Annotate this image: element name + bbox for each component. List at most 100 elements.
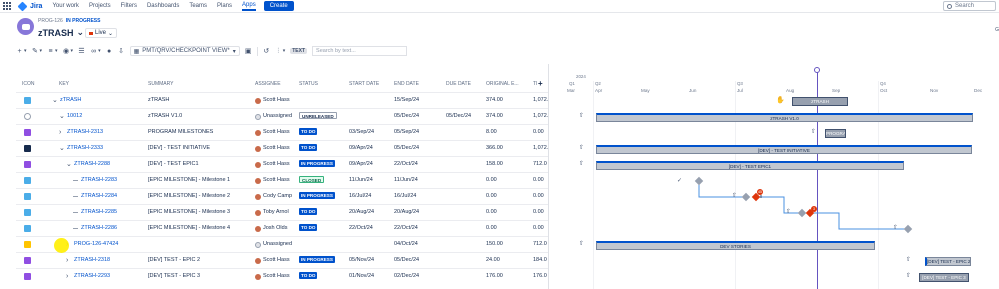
pin-icon[interactable]: ⇧ [906, 272, 911, 279]
time-cell[interactable]: 0.00 [533, 189, 548, 204]
end-date-cell[interactable]: 05/Dec/24 [394, 253, 444, 268]
nav-apps[interactable]: Apps [242, 2, 256, 11]
issue-key-link[interactable]: ZTRASH-2333 [67, 141, 146, 156]
undo-button[interactable]: ↺ [263, 48, 270, 55]
time-cell[interactable]: 176.0 [533, 269, 548, 284]
filter-menu[interactable]: ⫶ ▾ [275, 48, 285, 55]
pin-icon[interactable]: ⇧ [786, 208, 791, 215]
original-estimate-cell[interactable]: 0.00 [486, 205, 531, 220]
table-row[interactable]: › ZTRASH-2318 [DEV] TEST - EPIC 2 Scott Has… [16, 252, 548, 268]
assignee-cell[interactable]: Josh Olds [255, 221, 297, 236]
status-cell[interactable]: IN PROGRESS [299, 253, 347, 268]
col-summary[interactable]: SUMMARY [148, 78, 173, 90]
view-selector[interactable]: ▦ PMT/QRV/CHECKPOINT VIEW* ▾ [129, 46, 240, 56]
original-estimate-cell[interactable]: 0.00 [486, 221, 531, 236]
original-estimate-cell[interactable]: 0.00 [486, 189, 531, 204]
edit-menu[interactable]: ✎ ▾ [32, 48, 42, 55]
text-filter-tag[interactable]: TEXT [290, 48, 308, 54]
summary-cell[interactable]: [EPIC MILESTONE] - Milestone 3 [148, 205, 252, 220]
table-row[interactable]: ⌄ 10012 zTRASH V1.0 Unassigned UNRELEASED 05/… [16, 108, 548, 124]
original-estimate-cell[interactable]: 158.00 [486, 157, 531, 172]
gantt-bar-dev-stories[interactable]: DEV STORIES [596, 241, 875, 250]
assignee-cell[interactable]: Unassigned [255, 237, 297, 252]
add-menu[interactable]: + ▾ [16, 48, 26, 55]
start-date-cell[interactable]: 22/Oct/24 [349, 221, 393, 236]
header-right-text[interactable]: G [995, 27, 999, 33]
expand-chevron-icon[interactable]: › [66, 253, 68, 268]
time-cell[interactable]: 1,072. [533, 141, 548, 156]
collapse-chevron-icon[interactable]: ⌄ [52, 93, 58, 108]
summary-cell[interactable]: [DEV] TEST - EPIC 2 [148, 253, 252, 268]
end-date-cell[interactable]: 05/Dec/24 [394, 109, 444, 124]
collapse-chevron-icon[interactable]: ⌄ [59, 109, 65, 124]
assignee-cell[interactable]: Cody Camp [255, 189, 297, 204]
issue-key-link[interactable]: ZTRASH-2313 [67, 125, 146, 140]
original-estimate-cell[interactable]: 150.00 [486, 237, 531, 252]
issue-key-link[interactable]: ZTRASH-2283 [81, 173, 146, 188]
start-date-cell[interactable] [349, 237, 393, 252]
time-cell[interactable]: 0.00 [533, 205, 548, 220]
due-date-cell[interactable] [446, 237, 484, 252]
pin-icon[interactable]: ⇧ [893, 224, 898, 231]
issue-key-link[interactable]: ZTRASH-2285 [81, 205, 146, 220]
col-due-date[interactable]: DUE DATE [446, 78, 471, 90]
end-date-cell[interactable]: 04/Oct/24 [394, 237, 444, 252]
status-cell[interactable]: TO DO [299, 205, 347, 220]
due-date-cell[interactable] [446, 141, 484, 156]
due-date-cell[interactable] [446, 205, 484, 220]
due-date-cell[interactable] [446, 253, 484, 268]
col-key[interactable]: KEY [59, 78, 69, 90]
table-row[interactable]: ⌄ zTRASH zTRASH Scott Hass 15/Sep/24 374.00 1,… [16, 92, 548, 108]
table-row[interactable]: › ZTRASH-2293 [DEV] TEST - EPIC 3 Scott Has… [16, 268, 548, 284]
assignee-cell[interactable]: Scott Hass [255, 173, 297, 188]
time-cell[interactable]: 0.00 [533, 221, 548, 236]
end-date-cell[interactable]: 05/Sep/24 [394, 125, 444, 140]
start-date-cell[interactable] [349, 109, 393, 124]
visibility-menu[interactable]: ◉ ▾ [63, 48, 73, 55]
issue-key-link[interactable]: ZTRASH-2284 [81, 189, 146, 204]
due-date-cell[interactable] [446, 157, 484, 172]
status-cell[interactable]: CLOSED [299, 173, 347, 188]
add-column-icon[interactable]: + [538, 79, 543, 88]
end-date-cell[interactable]: 16/Jul/24 [394, 189, 444, 204]
jira-logo[interactable]: Jira [17, 1, 42, 11]
nav-plans[interactable]: Plans [217, 3, 232, 9]
start-date-cell[interactable] [349, 93, 393, 108]
time-cell[interactable]: 1,072. [533, 109, 548, 124]
issue-key-link[interactable]: zTRASH [60, 93, 146, 108]
time-cell[interactable]: 0.00 [533, 173, 548, 188]
assignee-cell[interactable]: Toby Arnol [255, 205, 297, 220]
original-estimate-cell[interactable]: 24.00 [486, 253, 531, 268]
start-date-cell[interactable]: 16/Jul/24 [349, 189, 393, 204]
table-row[interactable]: ZTRASH-2285 [EPIC MILESTONE] - Milestone … [16, 204, 548, 220]
status-cell[interactable] [299, 237, 347, 252]
col-icon[interactable]: ICON [22, 78, 35, 90]
assignee-cell[interactable]: Scott Hass [255, 269, 297, 284]
status-cell[interactable]: UNRELEASED [299, 109, 347, 124]
end-date-cell[interactable]: 02/Dec/24 [394, 269, 444, 284]
start-date-cell[interactable]: 09/Apr/24 [349, 141, 393, 156]
status-cell[interactable]: TO DO [299, 221, 347, 236]
time-cell[interactable]: 712.0 [533, 157, 548, 172]
summary-cell[interactable]: [EPIC MILESTONE] - Milestone 4 [148, 221, 252, 236]
gantt-bar-epic2[interactable]: [DEV] TEST - EPIC 2 [925, 257, 971, 266]
time-cell[interactable]: 712.0 [533, 237, 548, 252]
expand-chevron-icon[interactable]: › [59, 125, 61, 140]
col-end-date[interactable]: END DATE [394, 78, 419, 90]
col-time[interactable]: TI [533, 78, 537, 90]
status-cell[interactable]: TO DO [299, 269, 347, 284]
save-view-button[interactable]: ▣ [245, 48, 252, 55]
col-status[interactable]: STATUS [299, 78, 318, 90]
table-row[interactable]: ZTRASH-2283 [EPIC MILESTONE] - Milestone … [16, 172, 548, 188]
app-switcher-icon[interactable] [3, 2, 11, 10]
due-date-cell[interactable] [446, 93, 484, 108]
original-estimate-cell[interactable]: 374.00 [486, 93, 531, 108]
status-cell[interactable]: IN PROGRESS [299, 157, 347, 172]
structure-menu[interactable]: ≡ ▾ [47, 48, 57, 55]
assignee-cell[interactable]: Unassigned [255, 109, 297, 124]
status-cell[interactable]: IN PROGRESS [299, 189, 347, 204]
issue-key-link[interactable]: 10012 [67, 109, 146, 124]
time-cell[interactable]: 1,072. [533, 93, 548, 108]
assignee-cell[interactable]: Scott Hass [255, 141, 297, 156]
col-original-estimate[interactable]: ORIGINAL E... [486, 78, 519, 90]
